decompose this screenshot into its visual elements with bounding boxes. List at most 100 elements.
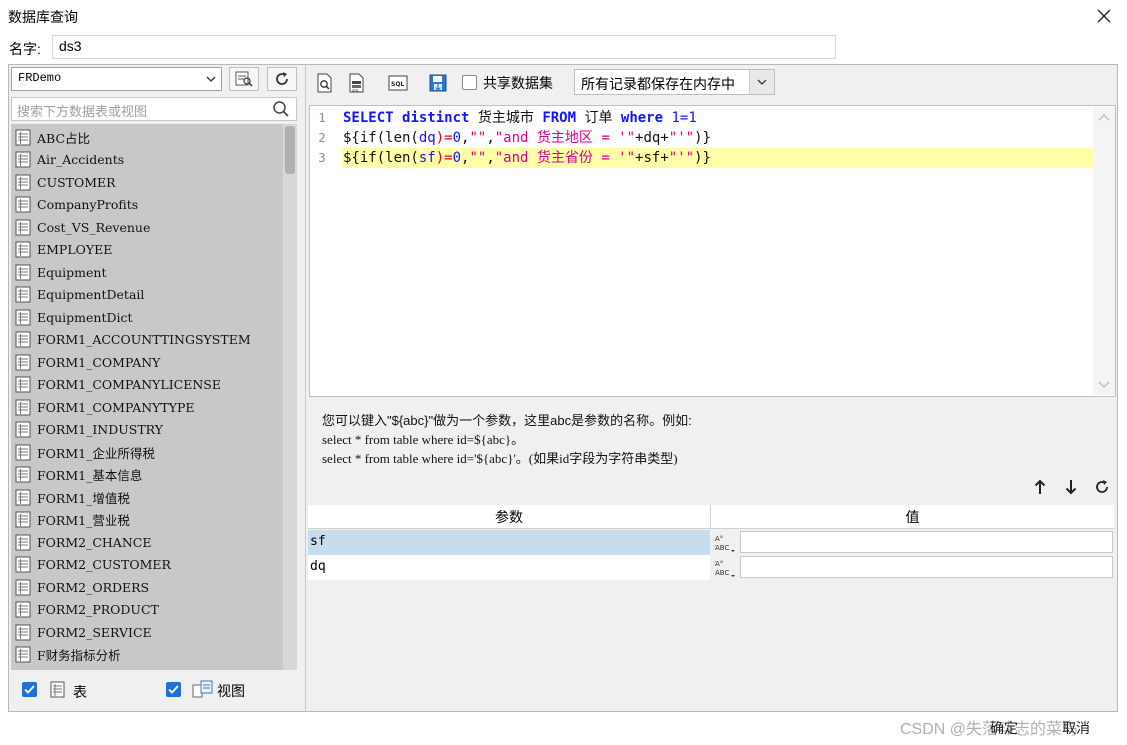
preview-data-button[interactable] [313, 71, 337, 95]
cancel-button[interactable]: 取消 [1062, 718, 1090, 738]
database-icon: SQL [349, 73, 364, 93]
table-icon [15, 219, 31, 236]
checkmark-icon [24, 685, 35, 694]
refresh-icon [276, 72, 288, 85]
table-name: FORM1_INDUSTRY [37, 422, 163, 438]
table-list-item[interactable]: EquipmentDetail [11, 284, 285, 307]
show-views-label: 视图 [217, 683, 245, 699]
table-list-item[interactable]: FORM1_ACCOUNTTINGSYSTEM [11, 329, 285, 352]
parameter-row[interactable]: dq A° ABC [308, 555, 1114, 580]
table-name: FORM1_COMPANYLICENSE [37, 377, 221, 393]
show-views-checkbox[interactable] [166, 682, 181, 697]
show-tables-checkbox[interactable] [22, 682, 37, 697]
param-column-header[interactable]: 参数 [308, 505, 711, 529]
table-list-item[interactable]: Cost_VS_Revenue [11, 216, 285, 239]
table-list-item[interactable]: FORM2_ORDERS [11, 576, 285, 599]
svg-text:A°: A° [715, 560, 723, 568]
table-list-item[interactable]: EquipmentDict [11, 306, 285, 329]
svg-text:SQL: SQL [391, 81, 404, 88]
code-line: SELECT distinct 货主城市 FROM 订单 where 1=1 [343, 108, 697, 128]
sql-format-button[interactable]: SQL [386, 71, 410, 95]
svg-text:SQL: SQL [352, 89, 359, 93]
parameter-name[interactable]: dq [308, 555, 710, 580]
value-type-icon[interactable]: A° ABC [711, 530, 739, 555]
table-list-item[interactable]: CompanyProfits [11, 194, 285, 217]
table-icon [15, 534, 31, 551]
table-list-item[interactable]: FORM2_PRODUCT [11, 599, 285, 622]
code-token: , [486, 150, 495, 166]
code-token: "and 货主省份 = '" [494, 150, 636, 166]
table-list-item[interactable]: FORM1_COMPANY [11, 351, 285, 374]
parameter-row[interactable]: sf A° ABC [308, 530, 1114, 555]
value-column-header[interactable]: 值 [711, 505, 1114, 529]
table-icon [15, 556, 31, 573]
table-list-item[interactable]: FORM1_INDUSTRY [11, 419, 285, 442]
table-list-item[interactable]: EMPLOYEE [11, 239, 285, 262]
arrow-up-icon [1034, 479, 1046, 494]
code-line: ${if(len(dq)=0,"","and 货主地区 = '"+dq+"'")… [343, 128, 711, 148]
table-icon [15, 511, 31, 528]
table-list-item[interactable]: ABC占比 [11, 126, 285, 149]
table-list-item[interactable]: FORM1_企业所得税 [11, 441, 285, 464]
code-token: 货主城市 [469, 110, 543, 126]
parameter-value-input[interactable] [740, 556, 1113, 578]
table-list[interactable]: ABC占比 Air_Accidents CUSTOMER CompanyProfits… [11, 124, 297, 670]
table-list-scrollbar[interactable] [283, 124, 297, 670]
table-name: EquipmentDetail [37, 287, 145, 303]
refresh-params-button[interactable] [1093, 477, 1111, 497]
value-type-icon[interactable]: A° ABC [711, 555, 739, 580]
table-list-item[interactable]: Equipment [11, 261, 285, 284]
code-token: 0 [452, 130, 462, 146]
sql-editor[interactable]: 1 SELECT distinct 货主城市 FROM 订单 where 1=1 2… [309, 105, 1116, 397]
table-list-item[interactable]: FORM2_SERVICE [11, 621, 285, 644]
sql-script-button[interactable]: SQL [345, 71, 369, 95]
parameter-name[interactable]: sf [308, 530, 710, 555]
ok-button[interactable]: 确定 [990, 718, 1018, 738]
refresh-tables-button[interactable] [267, 67, 297, 91]
table-icon [15, 174, 31, 191]
close-button[interactable] [1090, 2, 1118, 30]
table-name: Air_Accidents [37, 152, 125, 168]
sql-editor-scrollbar[interactable] [1093, 107, 1115, 395]
table-search-input[interactable]: 搜索下方数据表或视图 [11, 97, 297, 121]
table-list-item[interactable]: FORM2_CHANCE [11, 531, 285, 554]
close-icon [1097, 9, 1111, 23]
share-dataset-label: 共享数据集 [483, 75, 553, 91]
scroll-up-icon [1098, 114, 1110, 121]
code-token: SELECT [343, 110, 394, 126]
table-list-scroll-thumb[interactable] [285, 126, 295, 174]
code-token: dq [418, 130, 436, 146]
table-list-item[interactable]: FORM2_CUSTOMER [11, 554, 285, 577]
table-name: FORM1_COMPANYTYPE [37, 399, 195, 415]
table-name: FORM1_营业税 [37, 513, 130, 529]
table-name: ABC占比 [37, 130, 91, 146]
move-up-button[interactable] [1031, 477, 1049, 497]
preview-table-button[interactable] [229, 67, 259, 91]
table-icon [15, 264, 31, 281]
title-bar [0, 0, 1127, 32]
save-query-button[interactable] [426, 71, 450, 95]
datasource-value: FRDemo [18, 71, 62, 85]
table-list-item[interactable]: FORM1_营业税 [11, 509, 285, 532]
parameter-value-input[interactable] [740, 531, 1113, 553]
code-token: )} [694, 130, 711, 146]
table-list-item[interactable]: F财务指标分析 [11, 644, 285, 667]
datasource-select[interactable]: FRDemo [11, 67, 222, 91]
table-list-item[interactable]: FORM1_COMPANYLICENSE [11, 374, 285, 397]
chevron-down-icon [749, 70, 774, 94]
table-icon [15, 129, 31, 146]
table-list-item[interactable]: CUSTOMER [11, 171, 285, 194]
code-token: )= [435, 150, 453, 166]
table-list-item[interactable]: FORM1_COMPANYTYPE [11, 396, 285, 419]
refresh-icon [1096, 480, 1108, 493]
table-list-item[interactable]: Air_Accidents [11, 149, 285, 172]
table-list-item[interactable]: FORM1_基本信息 [11, 464, 285, 487]
name-input[interactable]: ds3 [52, 35, 836, 59]
code-token: "'" [668, 130, 695, 146]
storage-mode-select[interactable]: 所有记录都保存在内存中 [574, 69, 775, 95]
code-token: "'" [668, 150, 695, 166]
table-name: FORM2_CUSTOMER [37, 557, 171, 573]
share-dataset-checkbox[interactable] [462, 75, 477, 90]
table-list-item[interactable]: FORM1_增值税 [11, 486, 285, 509]
move-down-button[interactable] [1062, 477, 1080, 497]
